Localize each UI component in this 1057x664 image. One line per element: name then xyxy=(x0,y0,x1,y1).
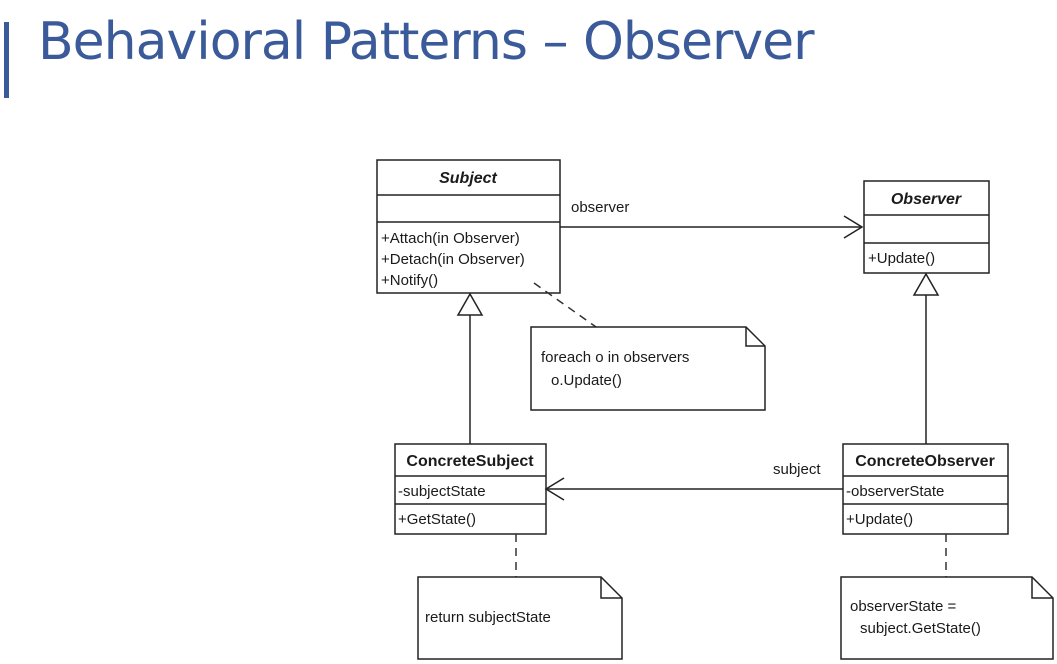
class-subject-method: +Detach(in Observer) xyxy=(381,251,525,268)
association-label-subject: subject xyxy=(773,461,821,478)
class-subject-method: +Attach(in Observer) xyxy=(381,230,520,247)
class-observer-method: +Update() xyxy=(868,250,935,267)
note-get-state-line: return subjectState xyxy=(425,609,551,626)
class-observer: Observer +Update() xyxy=(863,180,990,274)
note-update-line: observerState = xyxy=(850,598,957,615)
association-subject-observer: observer xyxy=(560,199,864,239)
class-subject: Subject +Attach(in Observer) +Detach(in … xyxy=(376,159,561,294)
class-concrete-subject-name: ConcreteSubject xyxy=(406,453,534,470)
note-get-state: return subjectState xyxy=(417,576,623,660)
class-concrete-observer-method: +Update() xyxy=(846,511,913,528)
uml-observer-diagram: Subject +Attach(in Observer) +Detach(in … xyxy=(376,159,1054,660)
association-concrete-observer-subject: subject xyxy=(544,461,843,501)
generalization-concrete-subject xyxy=(456,292,484,444)
class-concrete-observer-name: ConcreteObserver xyxy=(855,453,995,470)
note-notify-line: foreach o in observers xyxy=(541,349,689,366)
class-concrete-subject-method: +GetState() xyxy=(398,511,476,528)
class-concrete-subject-attribute: -subjectState xyxy=(398,483,486,500)
class-concrete-observer: ConcreteObserver -observerState +Update(… xyxy=(842,443,1009,535)
class-subject-name: Subject xyxy=(439,170,497,187)
class-observer-name: Observer xyxy=(891,191,962,208)
generalization-concrete-observer xyxy=(912,272,940,444)
note-notify-line: o.Update() xyxy=(551,372,622,389)
class-concrete-subject: ConcreteSubject -subjectState +GetState(… xyxy=(394,443,547,535)
class-concrete-observer-attribute: -observerState xyxy=(846,483,944,500)
class-subject-method: +Notify() xyxy=(381,272,438,289)
note-notify: foreach o in observers o.Update() xyxy=(530,326,766,411)
note-update: observerState = subject.GetState() xyxy=(840,576,1054,660)
note-update-line: subject.GetState() xyxy=(860,620,981,637)
association-label-observer: observer xyxy=(571,199,629,216)
